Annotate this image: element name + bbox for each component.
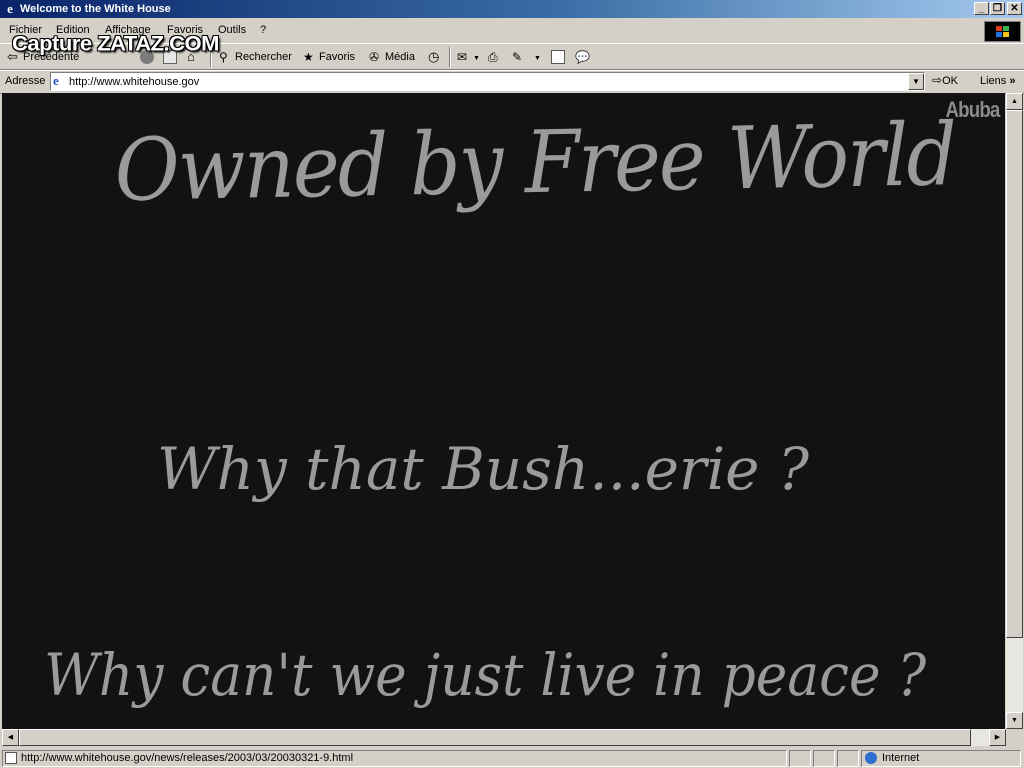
vertical-scrollbar[interactable]: ▲ ▼ — [1006, 93, 1023, 729]
status-url: http://www.whitehouse.gov/news/releases/… — [21, 752, 354, 764]
chevron-down-icon: ▼ — [534, 55, 541, 62]
mail-icon: ✉ — [457, 50, 468, 65]
horizontal-scrollbar[interactable]: ◀ ▶ — [2, 729, 1006, 746]
notes-button[interactable] — [551, 48, 567, 66]
scroll-down-button[interactable]: ▼ — [1006, 712, 1023, 729]
print-button[interactable]: ⎙ — [488, 48, 504, 66]
address-dropdown-button[interactable]: ▼ — [908, 73, 924, 90]
arrow-up-icon: ▲ — [1011, 98, 1018, 105]
chevron-down-icon: ▼ — [473, 55, 480, 62]
status-panel — [789, 750, 811, 767]
media-button[interactable]: ✇ Média — [369, 48, 415, 66]
favorites-label: Favoris — [319, 51, 356, 63]
scroll-up-button[interactable]: ▲ — [1006, 93, 1023, 110]
go-button[interactable]: ⇨OK — [932, 73, 958, 87]
history-button[interactable]: ◷ — [428, 48, 444, 66]
discuss-button[interactable]: 💬 — [575, 48, 591, 66]
address-field[interactable]: e ▼ — [50, 72, 925, 91]
arrow-left-icon: ◀ — [7, 734, 14, 741]
discuss-icon: 💬 — [575, 50, 590, 65]
status-panel — [813, 750, 835, 767]
watermark: Capture ZATAZ.COM — [12, 31, 220, 56]
media-icon: ✇ — [369, 50, 380, 65]
edit-button[interactable]: ✎ ▼ — [512, 48, 541, 66]
ie-page-icon: e — [53, 73, 59, 88]
scroll-right-button[interactable]: ▶ — [989, 729, 1006, 746]
status-panel — [837, 750, 859, 767]
links-button[interactable]: Liens » — [980, 75, 1015, 87]
favorites-icon: ★ — [303, 50, 314, 65]
page-icon — [5, 752, 17, 765]
search-label: Rechercher — [235, 51, 292, 63]
scrollbar-corner — [1006, 729, 1023, 746]
horizontal-scroll-thumb[interactable] — [19, 729, 971, 746]
vertical-scroll-thumb[interactable] — [1006, 110, 1023, 638]
windows-flag-icon — [996, 26, 1010, 38]
windows-logo — [984, 21, 1021, 42]
arrow-down-icon: ▼ — [1011, 717, 1018, 724]
chevron-down-icon: ▼ — [912, 77, 920, 86]
go-arrow-icon: ⇨ — [932, 73, 943, 87]
close-button[interactable]: ✕ — [1007, 2, 1022, 15]
message-line-2: Why can't we just live in peace ? — [44, 641, 927, 709]
search-icon: ⚲ — [219, 50, 228, 65]
address-input[interactable] — [69, 74, 899, 89]
go-label: OK — [942, 75, 958, 87]
status-text-panel: http://www.whitehouse.gov/news/releases/… — [2, 750, 787, 767]
notes-icon — [551, 50, 565, 65]
security-zone-panel: Internet — [861, 750, 1021, 767]
window-title: Welcome to the White House — [20, 3, 171, 15]
maximize-button[interactable]: ❐ — [990, 2, 1005, 15]
message-line-1: Why that Bush...erie ? — [157, 435, 810, 503]
title-bar[interactable]: e Welcome to the White House _ ❐ ✕ — [0, 0, 1024, 18]
edit-icon: ✎ — [512, 50, 523, 65]
chevron-right-icon: » — [1009, 75, 1016, 87]
zone-label: Internet — [882, 752, 920, 764]
media-label: Média — [385, 51, 415, 63]
internet-globe-icon — [865, 752, 877, 765]
scroll-left-button[interactable]: ◀ — [2, 729, 19, 746]
toolbar-separator — [449, 47, 451, 67]
menu-help[interactable]: ? — [260, 24, 266, 36]
arrow-right-icon: ▶ — [994, 734, 1001, 741]
address-label: Adresse — [5, 75, 46, 87]
favorites-button[interactable]: ★ Favoris — [303, 48, 355, 66]
page-content[interactable]: Abuba Owned by Free World Why that Bush.… — [2, 93, 1005, 729]
mail-button[interactable]: ✉ ▼ — [457, 48, 480, 66]
search-button[interactable]: ⚲ Rechercher — [219, 48, 292, 66]
ie-icon: e — [7, 1, 13, 16]
status-bar: http://www.whitehouse.gov/news/releases/… — [0, 749, 1024, 768]
minimize-button[interactable]: _ — [974, 2, 989, 15]
address-bar: Adresse e ▼ ⇨OK Liens » — [0, 70, 1024, 94]
headline: Owned by Free World — [114, 105, 957, 221]
links-label: Liens — [980, 75, 1007, 87]
history-icon: ◷ — [428, 49, 440, 65]
menu-tools[interactable]: Outils — [218, 24, 246, 36]
print-icon: ⎙ — [488, 50, 498, 65]
